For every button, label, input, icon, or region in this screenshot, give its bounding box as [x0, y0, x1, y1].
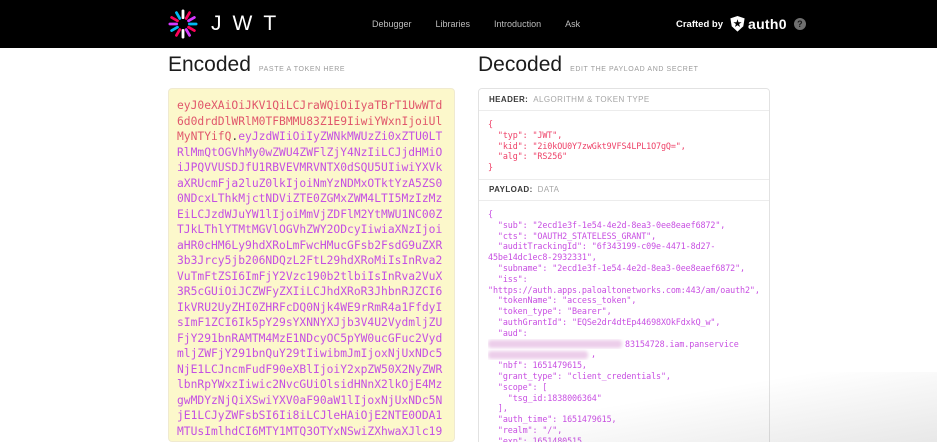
payload-json-line: "https://auth.apps.paloaltonetworks.com:… [488, 285, 760, 296]
decoded-payload-json-editor[interactable]: { "sub": "2ecd1e3f-1e54-4e2d-8ea3-0ee8ea… [479, 201, 769, 442]
header-section-sublabel: ALGORITHM & TOKEN TYPE [533, 95, 649, 104]
token-payload-segment: eyJzdWIiOiIyZWNkMWUzZi0xZTU0LTRlMmQtOGVh… [177, 130, 442, 442]
payload-json-line: "iss": [488, 274, 760, 285]
auth0-wordmark: auth0 [748, 16, 787, 32]
jwt-io-page: JWT Debugger Libraries Introduction Ask Cra… [0, 0, 937, 442]
nav-item-introduction[interactable]: Introduction [494, 19, 541, 29]
redacted-value-blur [488, 340, 622, 348]
crafted-by-label: Crafted by [676, 19, 723, 30]
encoded-subtitle: PASTE A TOKEN HERE [259, 66, 345, 73]
payload-section-label: PAYLOAD: [489, 185, 533, 194]
payload-json-line: 45be14dc1ec8-2932331", [488, 252, 760, 263]
payload-json-line: "tokenName": "access_token", [488, 295, 760, 306]
header-json-line: { [488, 119, 760, 130]
decoded-header-json-editor[interactable]: { "typ": "JWT", "kid": "2i0kOU0Y7zwGkt9V… [479, 111, 769, 179]
payload-json-line: , [488, 349, 760, 360]
payload-section-sublabel: DATA [538, 185, 560, 194]
jwt-pinwheel-icon [167, 8, 199, 40]
jwt-logo[interactable]: JWT [167, 8, 287, 40]
nav-item-ask[interactable]: Ask [565, 19, 580, 29]
payload-json-line: "tsg_id:1838006364" [488, 393, 760, 404]
auth0-logo-link[interactable]: auth0 [730, 16, 787, 32]
payload-json-line: "auditTrackingId": "6f343199-c09e-4471-8… [488, 241, 760, 252]
payload-json-line: "auth_time": 1651479615, [488, 414, 760, 425]
header-section-label: HEADER: [489, 95, 528, 104]
payload-json-line: "aud": [488, 328, 760, 339]
payload-json-line: "grant_type": "client_credentials", [488, 371, 760, 382]
payload-json-line: "sub": "2ecd1e3f-1e54-4e2d-8ea3-0ee8eaef… [488, 220, 760, 231]
payload-json-line: "nbf": 1651479615, [488, 360, 760, 371]
payload-json-line: ], [488, 403, 760, 414]
jwt-wordmark: JWT [211, 12, 287, 36]
payload-json-line: "subname": "2ecd1e3f-1e54-4e2d-8ea3-0ee8… [488, 263, 760, 274]
nav-item-libraries[interactable]: Libraries [436, 19, 471, 29]
help-icon[interactable]: ? [794, 18, 806, 30]
payload-json-line: "authGrantId": "EQSe2dr4dtEp44698XOkFdxk… [488, 317, 760, 328]
payload-json-line: "exp": 1651480515 [488, 436, 760, 442]
decoded-title: Decoded [478, 53, 562, 77]
header-json-line: "kid": "2i0kOU0Y7zwGkt9VFS4LPL1O7gQ=", [488, 141, 760, 152]
payload-section-bar: PAYLOAD: DATA [479, 179, 769, 201]
payload-json-line: "token_type": "Bearer", [488, 306, 760, 317]
decoded-panel: HEADER: ALGORITHM & TOKEN TYPE { "typ": … [478, 88, 770, 442]
encoded-title-row: Encoded PASTE A TOKEN HERE [168, 53, 345, 77]
main-nav: Debugger Libraries Introduction Ask [372, 0, 580, 48]
decoded-title-row: Decoded EDIT THE PAYLOAD AND SECRET [478, 53, 699, 77]
redacted-value-blur [488, 351, 588, 359]
encoded-token-input[interactable]: eyJ0eXAiOiJKV1QiLCJraWQiOiIyaTBrT1UwWTd6… [168, 88, 455, 442]
nav-item-debugger[interactable]: Debugger [372, 19, 412, 29]
payload-json-line: "cts": "OAUTH2_STATELESS_GRANT", [488, 231, 760, 242]
header-json-line: } [488, 162, 760, 173]
auth0-shield-icon [730, 16, 745, 32]
header-json-line: "alg": "RS256" [488, 151, 760, 162]
header-section-bar: HEADER: ALGORITHM & TOKEN TYPE [479, 89, 769, 111]
crafted-by-group: Crafted by auth0 ? [676, 0, 806, 48]
top-navigation-bar: JWT Debugger Libraries Introduction Ask Cra… [0, 0, 937, 48]
header-json-line: "typ": "JWT", [488, 130, 760, 141]
decoded-subtitle: EDIT THE PAYLOAD AND SECRET [570, 66, 699, 73]
payload-json-line: { [488, 209, 760, 220]
payload-json-line: "scope": [ [488, 382, 760, 393]
payload-json-line: "realm": "/", [488, 425, 760, 436]
encoded-title: Encoded [168, 53, 251, 77]
payload-json-line: 83154728.iam.panservice [488, 339, 760, 350]
